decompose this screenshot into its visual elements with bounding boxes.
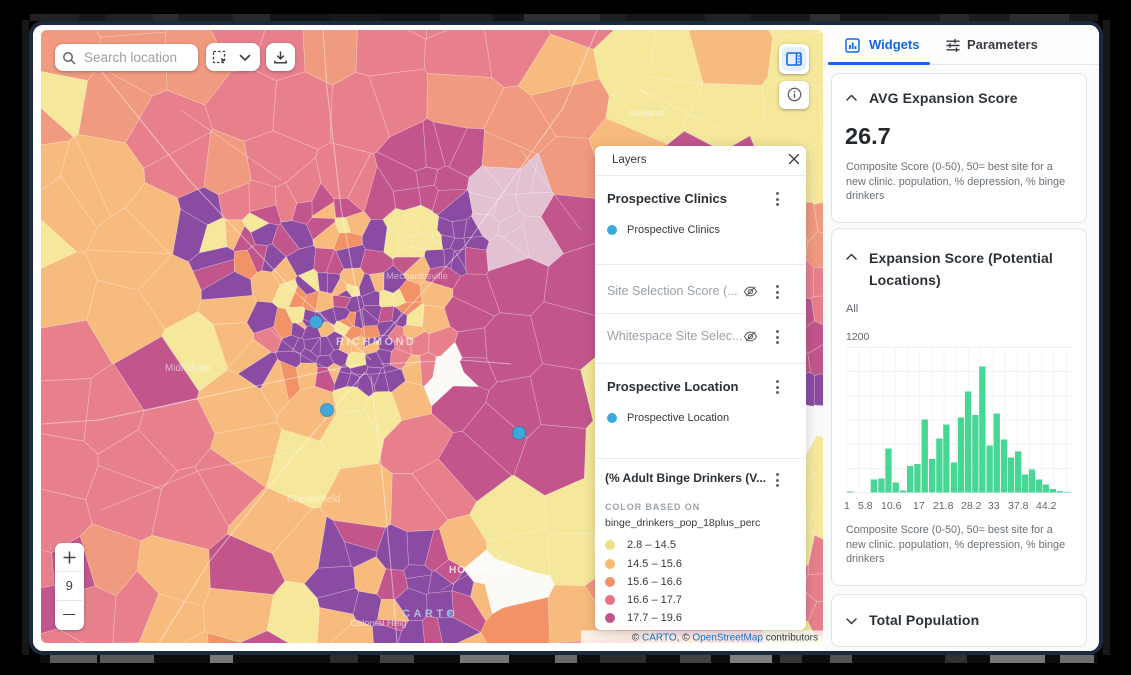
svg-text:Mechanicsville: Mechanicsville bbox=[386, 271, 448, 282]
svg-text:© CARTO, © OpenStreetMap contr: © CARTO, © OpenStreetMap contributors bbox=[632, 633, 818, 644]
svg-text:Colonial Heig: Colonial Heig bbox=[350, 618, 407, 629]
svg-text:Midlothian: Midlothian bbox=[165, 363, 211, 374]
svg-text:Ashland: Ashland bbox=[629, 108, 663, 119]
svg-text:HOPEWELL: HOPEWELL bbox=[449, 565, 514, 576]
svg-text:Chesterfield: Chesterfield bbox=[287, 494, 340, 505]
svg-text:RICHMOND: RICHMOND bbox=[336, 336, 417, 348]
